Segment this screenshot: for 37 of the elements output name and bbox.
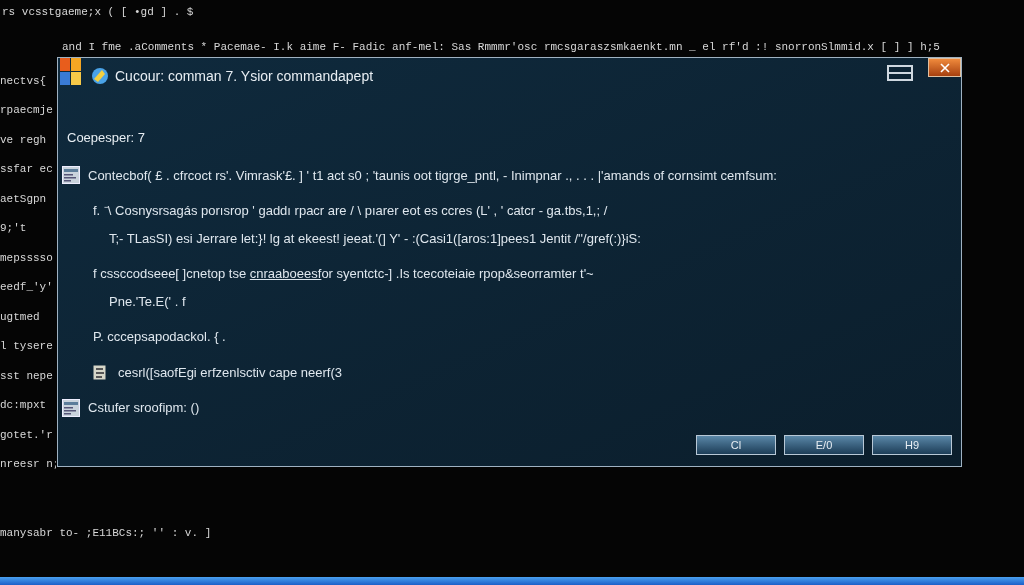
terminal-line: nectvs{ [0,73,48,89]
terminal-line: sst nepe [0,368,54,384]
terminal-line: ve regh [0,132,48,148]
dialog-heading: Coepesper: 7 [67,129,147,147]
terminal-line: l tysere [0,339,54,354]
dialog-text: T;- TLasSI) esi Jerrare let:}! lg at ekeest! jeeat.'(] Y' - :(Casi1([aros:1]pees1 Jentit /''/gref(:)}iS: [108,229,642,248]
terminal-line: mepsssso [0,250,54,266]
terminal-line: rs vcsstgaeme;x ( [ •gd ] . $ [1,5,195,20]
dialog-button[interactable]: H9 [872,435,952,455]
dialog-text: Pne.'Te.E(' . f [108,292,187,311]
terminal-line: dc:mpxt [0,398,48,413]
dialog-text: Contecbof( £ . cfrcoct rs'. Vimrask'£. ] ' t1 act s0 ; 'taunis oot tigrge_pntl, - Inimpnar ., . . . |'amands of cornsimt cemfsum: [88,166,777,185]
terminal-line: ssfar ec [0,162,54,177]
document-icon [62,166,80,185]
terminal-line: rpaecmje [0,103,54,118]
terminal-line: and I fme .aComments * Pacemae- I.k aime F- Fadic anf-mel: Sas Rmmmr'osc rmcsgaraszsmkaenkt.mn _ el rf'd :! snorronSlmmid.x [ ] ] h;5 [61,40,941,53]
dialog-text: f. ⁻\ Cosnysrsagás porısrop ' gaddı rpacr are / \ pıarer eot es ccres (L' , ' catcr - ga.tbs,1,; / [92,202,609,220]
terminal-line: ugtmed [0,309,41,325]
dialog-button[interactable]: E/0 [784,435,864,455]
window-title: Cucour: comman 7. Ysior commandapept [115,66,374,86]
terminal-line: manysabr to- ;E11BCs:; '' : v. ] [0,525,213,541]
text-link[interactable]: cnraaboeesf [249,266,322,281]
dialog-text: Cstufer sroofipm: () [88,399,200,417]
terminal-line: aetSgpn [0,191,48,207]
dialog-text: P. cccepsapodackol. { . [92,328,227,346]
restore-button[interactable] [887,65,913,81]
close-icon [939,62,950,73]
dialog-button[interactable]: Cl [696,435,776,455]
terminal-line: 9;'t [0,221,28,236]
terminal-line: eedf_'y' [0,280,54,295]
close-button[interactable] [928,58,961,77]
dialog-text: f cssccodseee[ ]cnetop tse cnraaboeesfor syentctc-] .Is tcecoteiaie rpop&seorramter t'~ [92,265,595,283]
terminal-line: gotet.'r [0,427,54,443]
windows-logo-icon [60,58,82,86]
dialog-text: cesrl([saofEgi erfzenlsctiv cape neerf(3 [118,363,342,382]
document-icon [62,398,80,417]
page-icon [93,364,106,380]
